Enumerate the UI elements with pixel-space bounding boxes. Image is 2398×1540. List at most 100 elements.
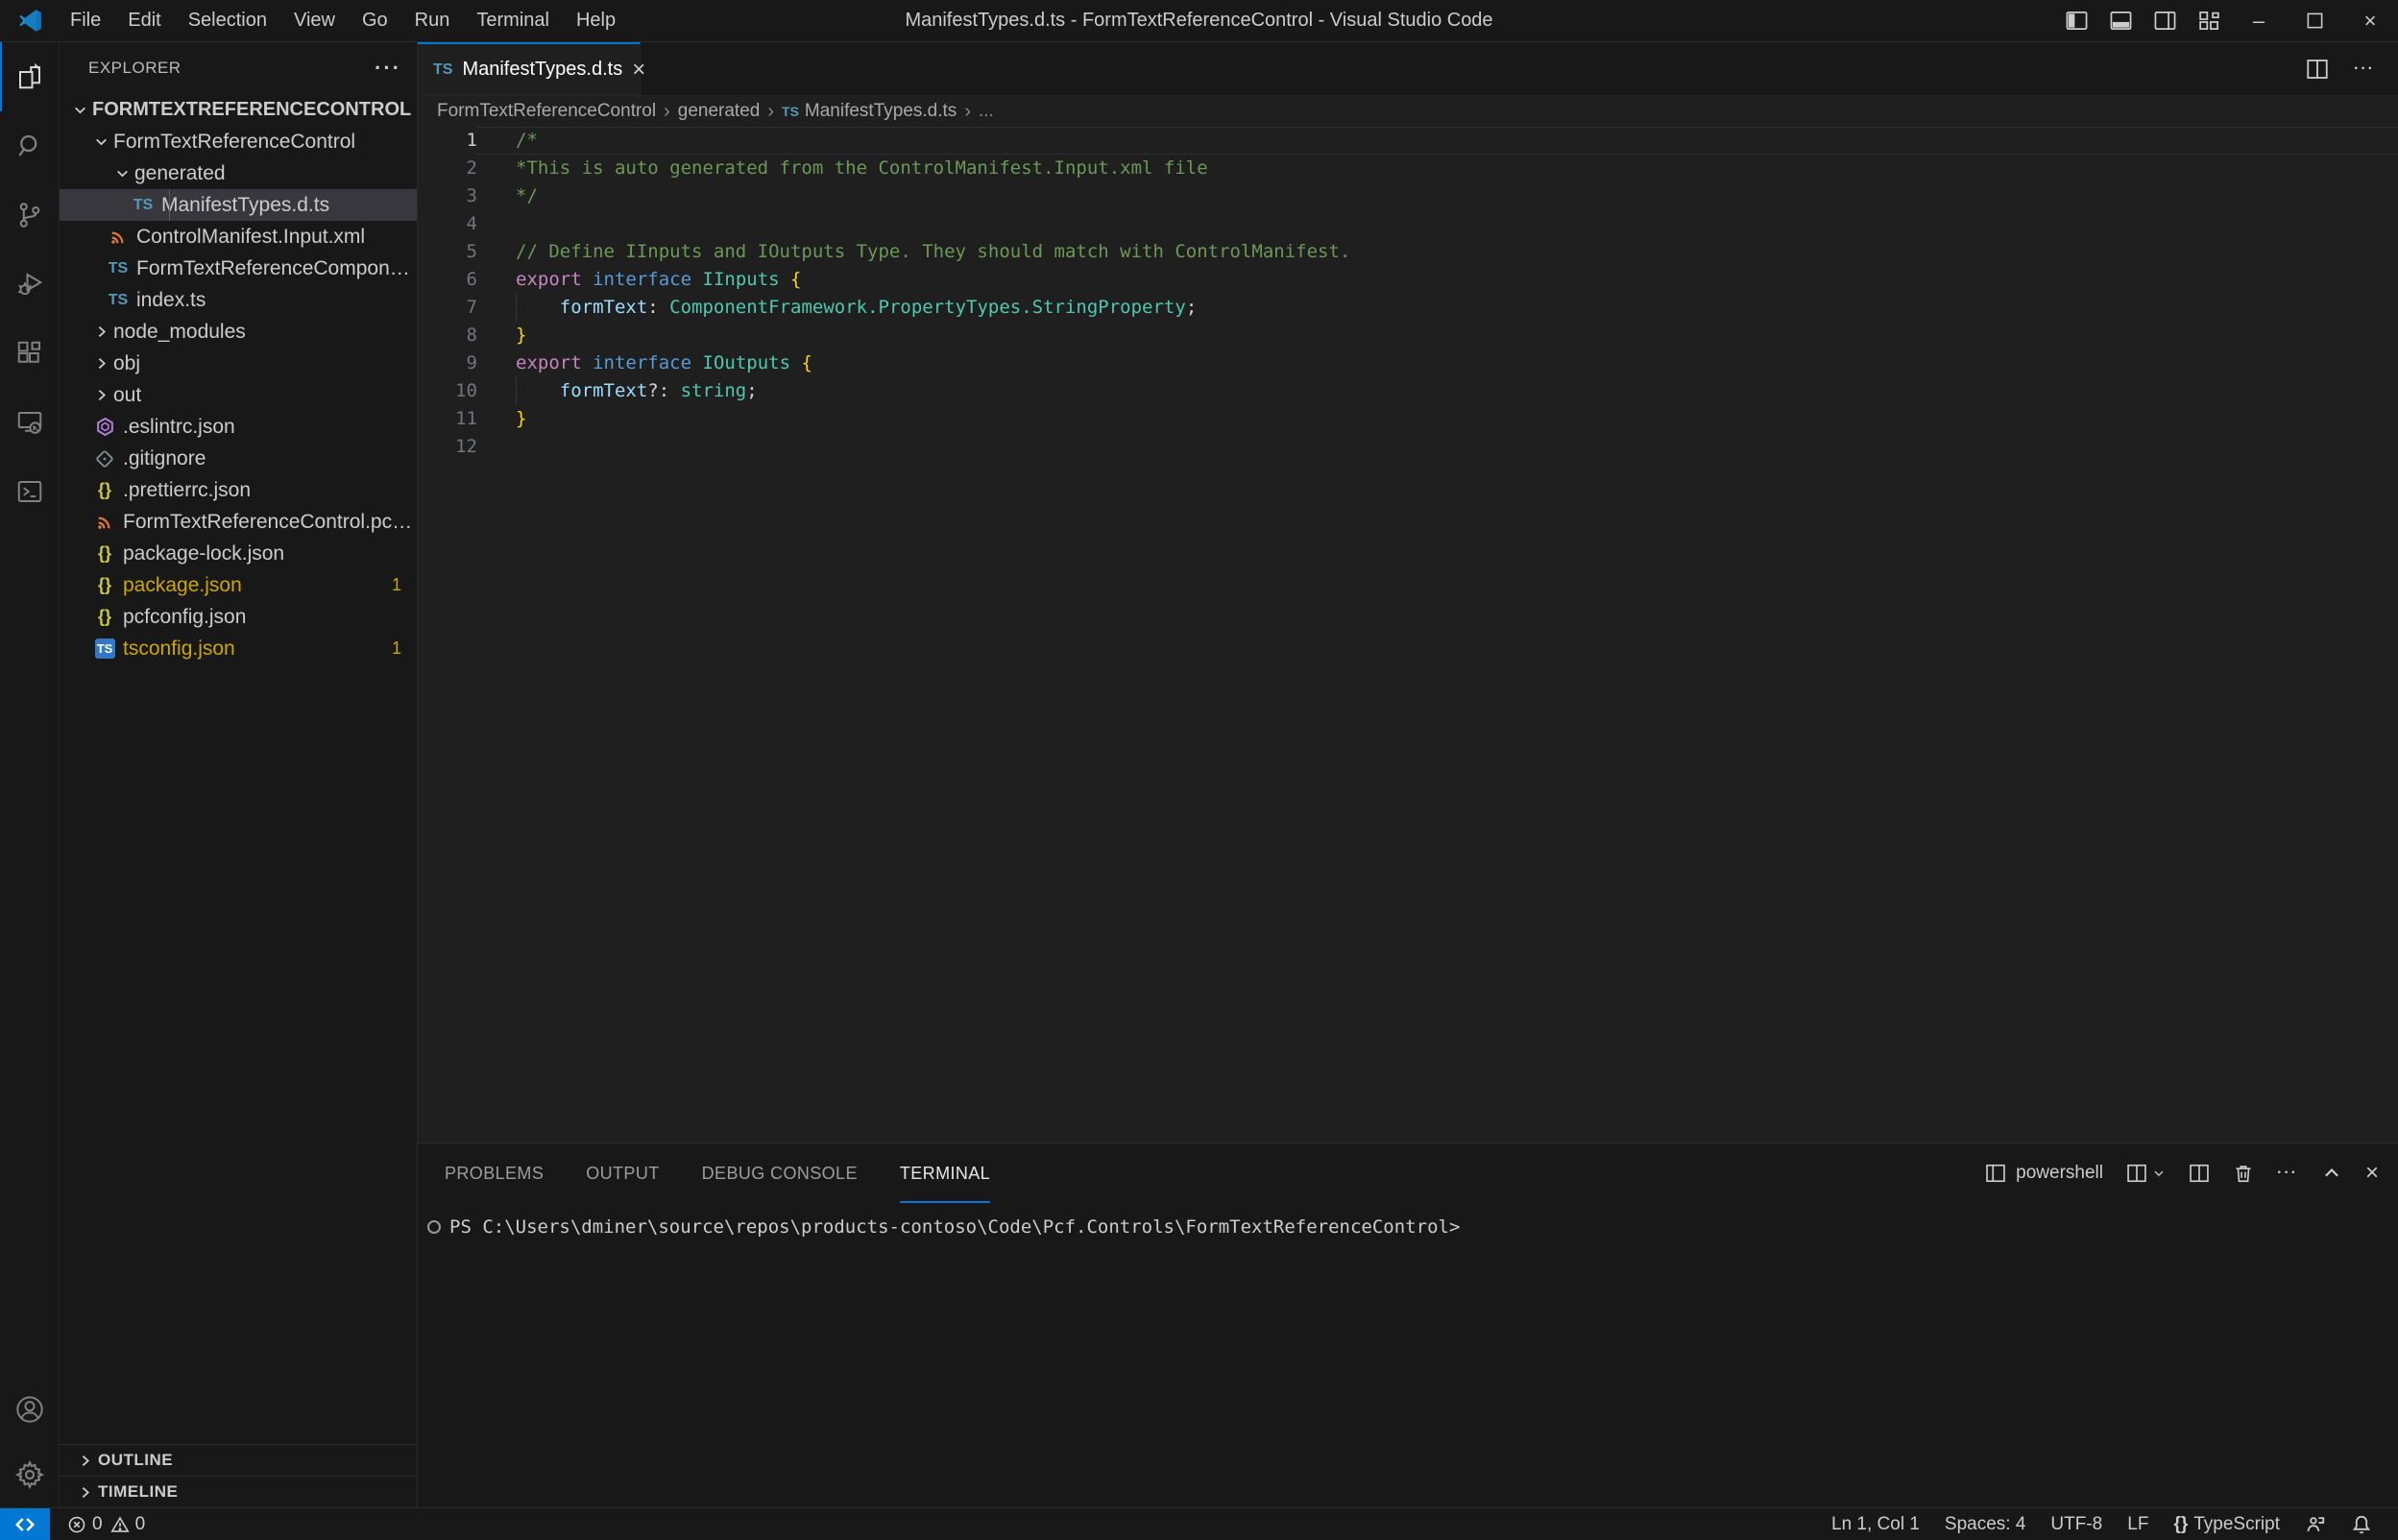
chevron-down-icon	[2152, 1167, 2166, 1180]
tree-item-tsconfig-json[interactable]: TStsconfig.json1	[60, 633, 417, 664]
menu-go[interactable]: Go	[349, 0, 401, 41]
menu-help[interactable]: Help	[563, 0, 629, 41]
feedback-icon[interactable]	[2292, 1514, 2338, 1535]
maximize-button[interactable]	[2287, 0, 2342, 41]
status-eol[interactable]: LF	[2115, 1514, 2161, 1535]
code-line-5: 5// Define IInputs and IOutputs Type. Th…	[418, 238, 2398, 266]
explorer-icon[interactable]	[0, 42, 59, 111]
menu-run[interactable]: Run	[401, 0, 464, 41]
source-control-icon[interactable]	[0, 180, 59, 250]
tree-item-package-json[interactable]: {}package.json1	[60, 569, 417, 601]
tree-item-obj[interactable]: obj	[60, 348, 417, 379]
line-number: 11	[418, 405, 477, 433]
extensions-icon[interactable]	[0, 319, 59, 388]
search-icon[interactable]	[0, 111, 59, 180]
maximize-panel-icon[interactable]	[2321, 1163, 2342, 1184]
minimize-button[interactable]: –	[2231, 0, 2287, 41]
run-and-debug-icon[interactable]	[0, 250, 59, 319]
outline-section[interactable]: OUTLINE	[60, 1444, 417, 1476]
tree-item-node-modules[interactable]: node_modules	[60, 316, 417, 348]
error-icon	[67, 1515, 86, 1534]
tab-manifesttypes[interactable]: TS ManifestTypes.d.ts ×	[418, 42, 641, 95]
tree-item-pcfconfig-json[interactable]: {}pcfconfig.json	[60, 601, 417, 633]
breadcrumb-item[interactable]: FormTextReferenceControl	[437, 101, 656, 122]
tree-item-index-ts[interactable]: TSindex.ts	[60, 284, 417, 316]
status-bar: 0 0 Ln 1, Col 1Spaces: 4UTF-8LF{}TypeScr…	[0, 1507, 2398, 1540]
status-cursor-position[interactable]: Ln 1, Col 1	[1819, 1514, 1932, 1535]
status-language[interactable]: {}TypeScript	[2161, 1514, 2292, 1535]
panel-tab-terminal[interactable]: TERMINAL	[900, 1143, 990, 1203]
panel-tab-output[interactable]: OUTPUT	[586, 1143, 659, 1203]
timeline-section[interactable]: TIMELINE	[60, 1476, 417, 1507]
tree-item-formtextreferencecontrol-pcfproj[interactable]: FormTextReferenceControl.pcfproj	[60, 506, 417, 538]
breadcrumb-item[interactable]: generated	[678, 101, 761, 122]
errors-status: 0	[58, 1514, 107, 1535]
code-editor[interactable]: 1/*2*This is auto generated from the Con…	[418, 127, 2398, 1143]
tree-item-out[interactable]: out	[60, 379, 417, 411]
tree-item-label: generated	[134, 162, 226, 185]
tree-item--eslintrc-json[interactable]: .eslintrc.json	[60, 411, 417, 443]
tree-item-controlmanifest-input-xml[interactable]: ControlManifest.Input.xml	[60, 221, 417, 253]
activity-bar-spacer	[0, 526, 59, 1377]
sidebar-sections: OUTLINE TIMELINE	[60, 1444, 417, 1507]
close-window-button[interactable]: ×	[2342, 0, 2398, 41]
settings-gear-icon[interactable]	[0, 1442, 59, 1507]
close-panel-icon[interactable]: ×	[2365, 1162, 2379, 1185]
split-editor-icon[interactable]	[2306, 58, 2329, 81]
toggle-panel-icon[interactable]	[2098, 0, 2143, 41]
customize-layout-icon[interactable]	[2187, 0, 2231, 41]
panel-more-actions-icon[interactable]: ···	[2277, 1165, 2298, 1182]
more-actions-icon[interactable]: ···	[2354, 60, 2375, 78]
chevron-right-icon	[88, 324, 113, 340]
timeline-label: TIMELINE	[98, 1482, 178, 1502]
breadcrumb-item[interactable]: ...	[979, 101, 994, 122]
terminal-instance[interactable]: powershell	[1985, 1163, 2103, 1184]
ts-file-icon: TS	[433, 61, 452, 79]
terminal-prompt: PS C:\Users\dminer\source\repos\products…	[449, 1216, 1460, 1238]
command-decoration-icon[interactable]	[427, 1220, 441, 1234]
toggle-secondary-sidebar-icon[interactable]	[2143, 0, 2187, 41]
notifications-bell-icon[interactable]	[2338, 1514, 2385, 1535]
kill-terminal-icon[interactable]	[2233, 1163, 2254, 1184]
remote-indicator[interactable]	[0, 1508, 50, 1540]
console-icon[interactable]	[0, 457, 59, 526]
tree-item-generated[interactable]: generated	[60, 157, 417, 189]
launch-profile-icon[interactable]	[2126, 1163, 2166, 1184]
breadcrumb-separator: ›	[964, 101, 971, 123]
remote-explorer-icon[interactable]	[0, 388, 59, 457]
menu-terminal[interactable]: Terminal	[463, 0, 563, 41]
terminal-body[interactable]: PS C:\Users\dminer\source\repos\products…	[418, 1203, 2398, 1507]
line-number: 2	[418, 155, 477, 182]
code-line-12: 12	[418, 433, 2398, 461]
menu-file[interactable]: File	[57, 0, 114, 41]
tree-item-manifesttypes-d-ts[interactable]: TSManifestTypes.d.ts	[60, 189, 417, 221]
tree-item-formtextreferencecontrol[interactable]: FormTextReferenceControl	[60, 126, 417, 157]
editor-region: TS ManifestTypes.d.ts × ··· FormTextRefe…	[418, 42, 2398, 1507]
line-number: 10	[418, 377, 477, 405]
file-tree: FORMTEXTREFERENCECONTROLFormTextReferenc…	[60, 94, 417, 1444]
tree-item-package-lock-json[interactable]: {}package-lock.json	[60, 538, 417, 569]
tree-item--gitignore[interactable]: .gitignore	[60, 443, 417, 474]
line-number: 8	[418, 322, 477, 349]
panel-tab-debug-console[interactable]: DEBUG CONSOLE	[702, 1143, 858, 1203]
status-encoding[interactable]: UTF-8	[2038, 1514, 2115, 1535]
ts-file-icon: TS	[106, 260, 131, 277]
menu-selection[interactable]: Selection	[175, 0, 280, 41]
eslint-file-icon	[92, 417, 117, 437]
explorer-more-actions-icon[interactable]: ···	[375, 56, 401, 81]
status-indentation[interactable]: Spaces: 4	[1932, 1514, 2039, 1535]
tree-item-formtextreferencecomponent-tsx[interactable]: TSFormTextReferenceComponent.tsx	[60, 253, 417, 284]
breadcrumb-item[interactable]: TSManifestTypes.d.ts	[782, 101, 957, 122]
tree-root-folder[interactable]: FORMTEXTREFERENCECONTROL	[60, 94, 417, 126]
close-tab-icon[interactable]: ×	[632, 59, 645, 82]
problems-status[interactable]: 0 0	[58, 1514, 155, 1535]
menu-view[interactable]: View	[280, 0, 349, 41]
menu-edit[interactable]: Edit	[114, 0, 174, 41]
chevron-right-icon	[73, 1484, 96, 1501]
panel-tab-problems[interactable]: PROBLEMS	[445, 1143, 544, 1203]
accounts-icon[interactable]	[0, 1377, 59, 1442]
code-line-11: 11}	[418, 405, 2398, 433]
tree-item--prettierrc-json[interactable]: {}.prettierrc.json	[60, 474, 417, 506]
split-terminal-icon[interactable]	[2189, 1163, 2210, 1184]
toggle-sidebar-icon[interactable]	[2054, 0, 2098, 41]
